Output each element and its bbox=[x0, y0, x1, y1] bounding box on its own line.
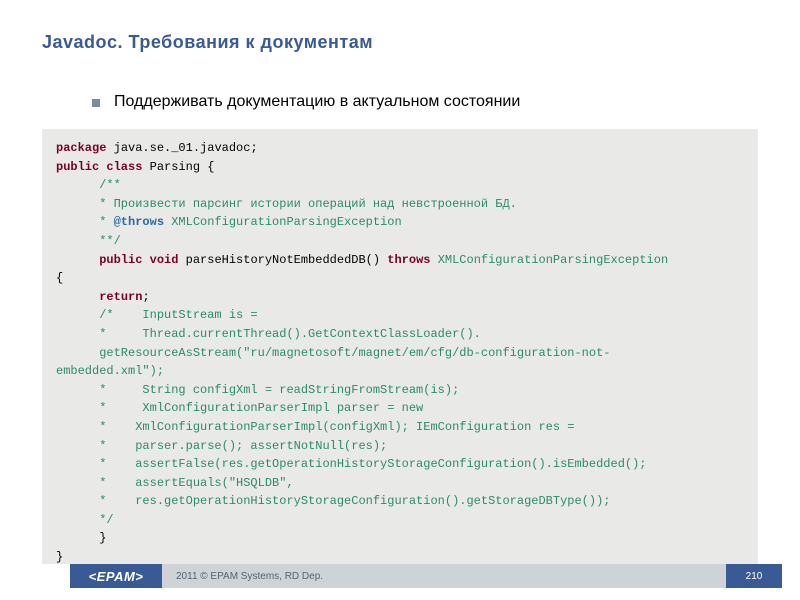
code-text: java.se._01.javadoc; bbox=[106, 141, 257, 155]
code-text bbox=[56, 290, 99, 304]
comment-line: * Произвести парсинг истории операций на… bbox=[56, 197, 517, 211]
comment-line: **/ bbox=[56, 234, 121, 248]
code-text bbox=[56, 253, 99, 267]
comment-line: * XmlConfigurationParserImpl(configXml);… bbox=[56, 420, 574, 434]
comment-line: * assertEquals("HSQLDB", bbox=[56, 476, 294, 490]
comment-line: * String configXml = readStringFromStrea… bbox=[56, 383, 459, 397]
code-text: Parsing { bbox=[142, 160, 214, 174]
code-text: } bbox=[56, 531, 106, 545]
square-bullet-icon bbox=[92, 99, 100, 107]
bullet-item: Поддерживать документацию в актуальном с… bbox=[92, 93, 758, 111]
comment-line: * res.getOperationHistoryStorageConfigur… bbox=[56, 494, 611, 508]
comment-line: getResourceAsStream("ru/magnetosoft/magn… bbox=[56, 346, 611, 360]
comment-line: * bbox=[56, 215, 114, 229]
comment-line: */ bbox=[56, 513, 114, 527]
slide: Javadoc. Требования к документам Поддерж… bbox=[0, 0, 800, 600]
code-block: package java.se._01.javadoc; public clas… bbox=[42, 129, 758, 581]
kw-public-void: public void bbox=[99, 253, 178, 267]
comment-line: /** bbox=[56, 178, 121, 192]
exception-type: XMLConfigurationParsingException bbox=[431, 253, 669, 267]
page-number: 210 bbox=[726, 564, 782, 588]
footer-copyright: 2011 © EPAM Systems, RD Dep. bbox=[162, 564, 726, 588]
comment-line: embedded.xml"); bbox=[56, 364, 164, 378]
comment-line: * assertFalse(res.getOperationHistorySto… bbox=[56, 457, 647, 471]
comment-line: * XmlConfigurationParserImpl parser = ne… bbox=[56, 401, 423, 415]
javadoc-tag: @throws bbox=[114, 215, 164, 229]
code-text: { bbox=[56, 271, 63, 285]
code-text: parseHistoryNotEmbeddedDB() bbox=[178, 253, 387, 267]
footer: <EPAM> 2011 © EPAM Systems, RD Dep. 210 bbox=[0, 564, 800, 588]
comment-line: * parser.parse(); assertNotNull(res); bbox=[56, 439, 387, 453]
epam-logo: <EPAM> bbox=[70, 564, 162, 588]
kw-return: return bbox=[99, 290, 142, 304]
footer-spacer bbox=[0, 564, 70, 588]
kw-throws: throws bbox=[387, 253, 430, 267]
comment-line: * Thread.currentThread().GetContextClass… bbox=[56, 327, 481, 341]
comment-line: XMLConfigurationParsingException bbox=[164, 215, 402, 229]
bullet-text: Поддерживать документацию в актуальном с… bbox=[114, 93, 520, 111]
kw-package: package bbox=[56, 141, 106, 155]
kw-public-class: public class bbox=[56, 160, 142, 174]
comment-line: /* InputStream is = bbox=[56, 308, 258, 322]
code-text: } bbox=[56, 550, 63, 564]
slide-title: Javadoc. Требования к документам bbox=[42, 32, 758, 53]
footer-spacer bbox=[782, 564, 800, 588]
